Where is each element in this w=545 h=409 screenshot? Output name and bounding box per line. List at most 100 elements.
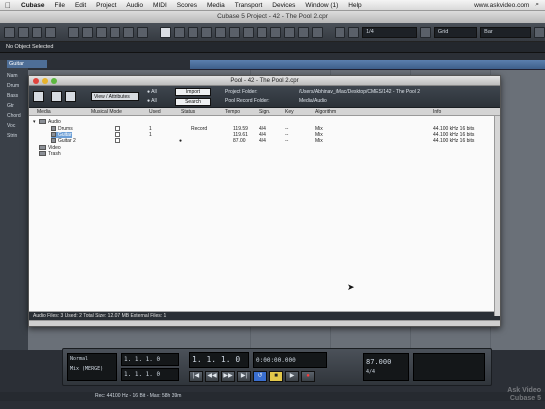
- menu-devices[interactable]: Devices: [267, 2, 300, 9]
- mute-tool-icon[interactable]: [242, 26, 254, 38]
- menu-window[interactable]: Window (1): [300, 2, 343, 9]
- menu-file[interactable]: File: [49, 2, 69, 9]
- spotlight-icon[interactable]: ⌕: [535, 1, 539, 9]
- radio-all-1[interactable]: ● All: [147, 89, 157, 95]
- side-item[interactable]: Drum: [7, 82, 27, 90]
- horizontal-scrollbar[interactable]: [29, 320, 500, 326]
- snap-on-icon[interactable]: [420, 26, 431, 38]
- list-item[interactable]: ▾ Audio: [29, 119, 500, 125]
- constrain-delay-icon[interactable]: [4, 26, 15, 38]
- rewind-button[interactable]: ◀◀: [205, 371, 219, 382]
- col-algorithm[interactable]: Algorithm: [315, 109, 336, 115]
- signature-value[interactable]: 4/4: [366, 369, 406, 375]
- pointer-tool-icon[interactable]: [159, 26, 171, 38]
- minimize-icon[interactable]: [42, 78, 48, 84]
- menu-audio[interactable]: Audio: [121, 2, 148, 9]
- list-item[interactable]: Trash: [29, 151, 500, 157]
- range-tool-icon[interactable]: [173, 26, 185, 38]
- menu-project[interactable]: Project: [91, 2, 121, 9]
- side-item[interactable]: Chord: [7, 112, 27, 120]
- forward-button[interactable]: ▶▶: [221, 371, 235, 382]
- go-to-start-icon[interactable]: [68, 26, 79, 38]
- side-item[interactable]: Strin: [7, 132, 27, 140]
- col-info[interactable]: Info: [433, 109, 441, 115]
- left-locator[interactable]: 1. 1. 1. 0: [121, 353, 179, 366]
- radio-all-2[interactable]: ● All: [147, 98, 157, 104]
- go-to-start-button[interactable]: |◀: [189, 371, 203, 382]
- musical-mode-checkbox[interactable]: [115, 138, 120, 145]
- menu-midi[interactable]: MIDI: [148, 2, 172, 9]
- col-status[interactable]: Status: [181, 109, 195, 115]
- marker-panel[interactable]: [413, 353, 485, 381]
- col-used[interactable]: Used: [149, 109, 161, 115]
- timewarp-tool-icon[interactable]: [256, 26, 268, 38]
- pool-info-icon[interactable]: [33, 91, 44, 102]
- zoom-icon[interactable]: [51, 78, 57, 84]
- vertical-scrollbar[interactable]: [494, 116, 500, 316]
- play-button[interactable]: ▶: [285, 371, 299, 382]
- tempo-panel[interactable]: 87.000 4/4: [363, 353, 409, 381]
- pool-title: Pool - 42 - The Pool 2.cpr: [230, 78, 299, 84]
- snap-mode-field[interactable]: Grid: [433, 26, 478, 38]
- col-musical-mode[interactable]: Musical Mode: [91, 109, 122, 115]
- time-display[interactable]: 0:00:00.000: [253, 352, 327, 368]
- color-tool-icon[interactable]: [311, 26, 323, 38]
- glue-tool-icon[interactable]: [201, 26, 213, 38]
- menu-app[interactable]: Cubase: [16, 2, 49, 9]
- cycle-button[interactable]: ↺: [253, 371, 267, 382]
- record-button[interactable]: ●: [301, 371, 315, 382]
- timeline-ruler[interactable]: [190, 60, 545, 70]
- menu-scores[interactable]: Scores: [172, 2, 202, 9]
- draw-tool-icon[interactable]: [270, 26, 282, 38]
- close-icon[interactable]: [33, 78, 39, 84]
- stop-icon[interactable]: [109, 26, 121, 38]
- view-attributes-dropdown[interactable]: View / Attributes: [91, 92, 139, 101]
- record-mode-panel[interactable]: Normal Mix (MERGE): [67, 353, 117, 381]
- side-item[interactable]: Bass: [7, 92, 27, 100]
- side-item[interactable]: Voc: [7, 122, 27, 130]
- color-menu-icon[interactable]: [534, 26, 545, 38]
- col-key[interactable]: Key: [285, 109, 294, 115]
- line-tool-icon[interactable]: [284, 26, 295, 38]
- loop-icon[interactable]: [65, 91, 76, 102]
- tempo-value[interactable]: 87.000: [366, 358, 406, 366]
- menu-media[interactable]: Media: [202, 2, 230, 9]
- split-tool-icon[interactable]: [187, 26, 199, 38]
- col-media[interactable]: Media: [37, 109, 51, 115]
- record-mode-1[interactable]: Normal: [70, 356, 114, 362]
- list-item-name: Trash: [39, 151, 61, 157]
- side-item[interactable]: Gtr: [7, 102, 27, 110]
- play-icon[interactable]: [51, 91, 62, 102]
- side-item[interactable]: Nam: [7, 72, 27, 80]
- media-bay-icon[interactable]: [17, 26, 29, 38]
- go-to-end-button[interactable]: ▶|: [237, 371, 251, 382]
- grid-field[interactable]: Bar: [480, 26, 532, 38]
- quantize-field[interactable]: 1/4: [362, 26, 418, 38]
- play-tool-icon[interactable]: [298, 26, 309, 38]
- expand-icon[interactable]: ▾: [33, 119, 36, 125]
- rewind-icon[interactable]: [81, 26, 93, 38]
- main-position-display[interactable]: 1. 1. 1. 0: [189, 352, 249, 368]
- erase-tool-icon[interactable]: [215, 26, 226, 38]
- menu-transport[interactable]: Transport: [230, 2, 268, 9]
- stop-button[interactable]: ■: [269, 371, 283, 382]
- apple-icon[interactable]: : [0, 1, 16, 10]
- track-header[interactable]: Guitar: [7, 60, 47, 68]
- record-icon[interactable]: [137, 26, 148, 38]
- list-item[interactable]: Guitar 2 ● 87.00 4/4 -- Mix 44.100 kHz 1…: [29, 138, 500, 144]
- col-sign[interactable]: Sign.: [259, 109, 270, 115]
- right-locator[interactable]: 1. 1. 1. 0: [121, 368, 179, 381]
- mute-icon[interactable]: [31, 26, 43, 38]
- play-icon[interactable]: [123, 26, 135, 38]
- menu-help[interactable]: Help: [343, 2, 366, 9]
- solo-icon[interactable]: [45, 26, 57, 38]
- menu-edit[interactable]: Edit: [70, 2, 91, 9]
- search-button[interactable]: Search: [175, 98, 211, 106]
- autoscroll-icon[interactable]: [334, 26, 346, 38]
- snap-icon[interactable]: [348, 26, 360, 38]
- col-tempo[interactable]: Tempo: [225, 109, 240, 115]
- record-mode-2[interactable]: Mix (MERGE): [70, 366, 114, 372]
- forward-icon[interactable]: [95, 26, 107, 38]
- import-button[interactable]: Import: [175, 88, 211, 96]
- zoom-tool-icon[interactable]: [228, 26, 240, 38]
